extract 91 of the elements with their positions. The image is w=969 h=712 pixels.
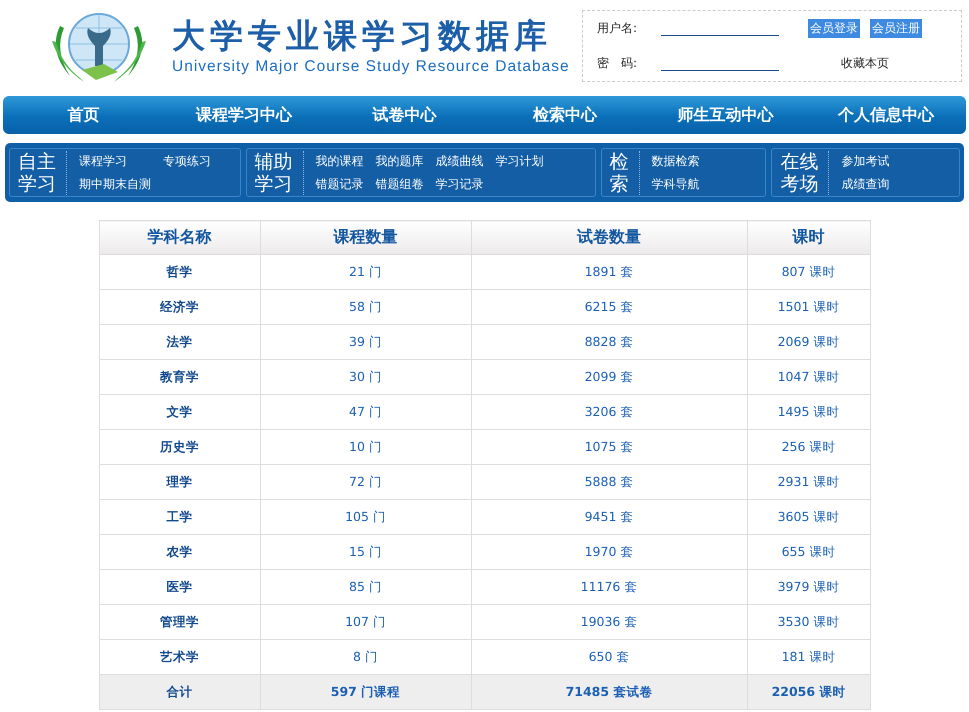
password-label: 密 码: <box>597 55 638 72</box>
table-cell: 医学 <box>99 570 260 604</box>
table-cell: 6215 套 <box>471 290 747 324</box>
total-cell: 597 门课程 <box>260 674 471 710</box>
table-cell: 72 门 <box>260 464 471 500</box>
nav-item[interactable]: 首页 <box>3 104 164 126</box>
table-cell: 5888 套 <box>471 464 747 500</box>
sub-nav-link[interactable]: 成绩查询 <box>841 176 890 192</box>
site-subtitle: University Major Course Study Resource Database <box>172 58 570 76</box>
table-cell: 2069 课时 <box>747 324 870 360</box>
table-cell: 农学 <box>99 534 260 570</box>
table-cell: 11176 套 <box>471 570 747 604</box>
username-label: 用户名: <box>597 20 638 37</box>
sub-nav-link[interactable]: 学习计划 <box>496 152 544 170</box>
group-title: 在线 <box>780 150 818 172</box>
column-header: 课时 <box>747 220 870 254</box>
sub-nav-link[interactable]: 学科导航 <box>652 176 700 192</box>
table-cell: 1495 课时 <box>747 394 870 430</box>
sub-nav-link[interactable]: 课程学习 <box>79 152 151 170</box>
table-cell: 历史学 <box>99 430 260 464</box>
table-cell: 经济学 <box>99 290 260 324</box>
table-cell: 21 门 <box>260 254 471 290</box>
sub-nav-link[interactable]: 专项练习 <box>163 152 211 170</box>
table-cell: 管理学 <box>99 604 260 640</box>
sub-nav-link[interactable]: 错题组卷 <box>376 176 424 192</box>
group-title: 学习 <box>18 172 56 194</box>
table-cell: 47 门 <box>260 394 471 430</box>
login-button[interactable]: 会员登录 <box>808 19 860 38</box>
table-cell: 256 课时 <box>747 430 870 464</box>
table-cell: 3206 套 <box>471 394 747 430</box>
table-cell: 2099 套 <box>471 360 747 394</box>
total-cell: 合计 <box>99 674 260 710</box>
sub-nav-link[interactable]: 我的题库 <box>376 152 424 170</box>
sub-nav-link[interactable]: 数据检索 <box>652 152 700 170</box>
table-cell: 3605 课时 <box>747 500 870 534</box>
table-cell: 85 门 <box>260 570 471 604</box>
sub-nav-link[interactable]: 错题记录 <box>316 176 364 192</box>
table-cell: 807 课时 <box>747 254 870 290</box>
table-cell: 655 课时 <box>747 534 870 570</box>
column-header: 课程数量 <box>260 220 471 254</box>
column-header: 学科名称 <box>99 220 260 254</box>
group-title: 辅助 <box>254 150 293 172</box>
table-cell: 19036 套 <box>471 604 747 640</box>
table-cell: 1047 课时 <box>747 360 870 394</box>
table-cell: 3979 课时 <box>747 570 870 604</box>
sub-nav-link[interactable]: 成绩曲线 <box>436 152 484 170</box>
table-cell: 15 门 <box>260 534 471 570</box>
nav-item[interactable]: 试卷中心 <box>324 104 484 126</box>
bookmark-link[interactable]: 收藏本页 <box>779 55 951 72</box>
table-cell: 1501 课时 <box>747 290 870 324</box>
sub-nav-link[interactable]: 我的课程 <box>316 152 364 170</box>
table-cell: 9451 套 <box>471 500 747 534</box>
nav-item[interactable]: 师生互动中心 <box>645 104 806 126</box>
group-title: 学习 <box>254 172 293 194</box>
total-cell: 71485 套试卷 <box>471 674 747 710</box>
table-cell: 艺术学 <box>99 640 260 674</box>
login-button[interactable]: 会员注册 <box>870 19 922 38</box>
group-title: 考场 <box>780 172 818 194</box>
table-cell: 30 门 <box>260 360 471 394</box>
table-cell: 650 套 <box>471 640 747 674</box>
table-cell: 181 课时 <box>747 640 870 674</box>
table-cell: 1075 套 <box>471 430 747 464</box>
table-cell: 39 门 <box>260 324 471 360</box>
table-cell: 8828 套 <box>471 324 747 360</box>
table-cell: 105 门 <box>260 500 471 534</box>
table-cell: 10 门 <box>260 430 471 464</box>
table-cell: 3530 课时 <box>747 604 870 640</box>
nav-item[interactable]: 课程学习中心 <box>164 104 324 126</box>
table-cell: 2931 课时 <box>747 464 870 500</box>
nav-item[interactable]: 检索中心 <box>484 104 645 126</box>
group-title: 索 <box>610 172 629 194</box>
table-cell: 107 门 <box>260 604 471 640</box>
table-cell: 1970 套 <box>471 534 747 570</box>
sub-nav-link[interactable]: 期中期末自测 <box>79 176 151 192</box>
site-title: 大学专业课学习数据库 <box>172 16 553 56</box>
table-cell: 58 门 <box>260 290 471 324</box>
table-cell: 法学 <box>99 324 260 360</box>
nav-item[interactable]: 个人信息中心 <box>806 104 966 126</box>
table-cell: 理学 <box>99 464 260 500</box>
table-cell: 1891 套 <box>471 254 747 290</box>
total-cell: 22056 课时 <box>747 674 870 710</box>
sub-nav-link[interactable]: 参加考试 <box>841 152 890 170</box>
sub-nav-link[interactable]: 学习记录 <box>436 176 484 192</box>
table-cell: 工学 <box>99 500 260 534</box>
column-header: 试卷数量 <box>471 220 747 254</box>
group-title: 自主 <box>18 150 56 172</box>
table-cell: 文学 <box>99 394 260 430</box>
table-cell: 8 门 <box>260 640 471 674</box>
table-cell: 教育学 <box>99 360 260 394</box>
group-title: 检 <box>610 150 629 172</box>
table-cell: 哲学 <box>99 254 260 290</box>
